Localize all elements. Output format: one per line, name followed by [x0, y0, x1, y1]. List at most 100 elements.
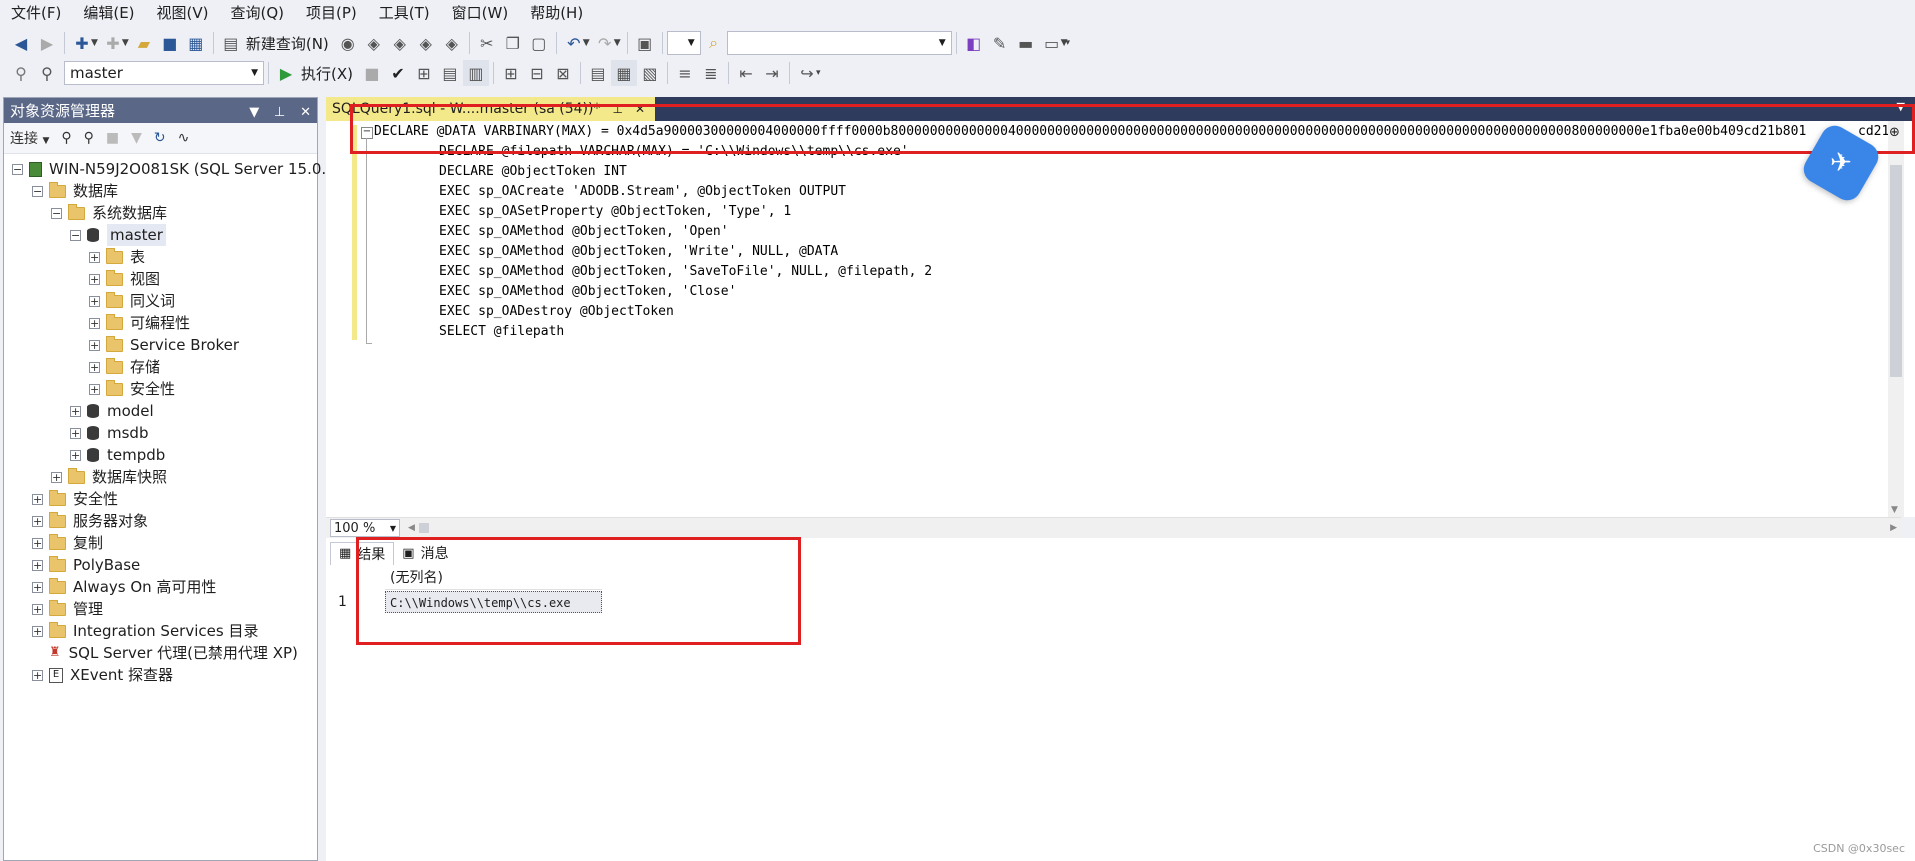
- dmx-icon[interactable]: ◈: [387, 30, 413, 56]
- save-all-icon[interactable]: ▦: [183, 30, 209, 56]
- result-cell[interactable]: C:\\Windows\\temp\\cs.exe: [385, 591, 602, 613]
- parse-icon[interactable]: ✔: [385, 60, 411, 86]
- expand-icon[interactable]: +: [89, 361, 100, 373]
- tree-management-node[interactable]: + 管理: [32, 598, 103, 620]
- tree-snapshots-node[interactable]: + 数据库快照: [51, 466, 167, 488]
- expand-icon[interactable]: +: [89, 295, 100, 307]
- tree-master-storage[interactable]: + 存储: [89, 356, 160, 378]
- menu-help[interactable]: 帮助(H): [519, 0, 594, 26]
- toolbar-overflow-icon[interactable]: ▾: [1066, 38, 1071, 48]
- intellisense-icon[interactable]: ▥: [462, 60, 489, 86]
- tab-sqlquery1[interactable]: SQLQuery1.sql - W....master (sa (54))* ⊥…: [326, 97, 655, 121]
- expand-icon[interactable]: +: [32, 559, 43, 571]
- activity-monitor-icon[interactable]: ▣: [632, 30, 658, 56]
- execute-button[interactable]: 执行(X): [301, 63, 353, 84]
- wrench-icon[interactable]: ✎: [987, 30, 1013, 56]
- refresh-icon[interactable]: ↻: [154, 130, 166, 146]
- back-icon[interactable]: ◀: [8, 30, 34, 56]
- expand-icon[interactable]: +: [32, 625, 43, 637]
- toolbar-overflow-icon[interactable]: ▾: [816, 68, 821, 78]
- visual-studio-icon[interactable]: ◧: [961, 30, 987, 56]
- expand-icon[interactable]: +: [89, 251, 100, 263]
- menu-window[interactable]: 窗口(W): [441, 0, 520, 26]
- menu-tools[interactable]: 工具(T): [368, 0, 441, 26]
- tree-system-databases-node[interactable]: − 系统数据库: [51, 202, 167, 224]
- forward-icon[interactable]: ▶: [34, 30, 60, 56]
- tree-sql-agent-node[interactable]: ♜ SQL Server 代理(已禁用代理 XP): [49, 642, 298, 664]
- expand-icon[interactable]: +: [89, 273, 100, 285]
- close-icon[interactable]: ✕: [635, 102, 645, 116]
- activity-icon[interactable]: ∿: [178, 130, 190, 146]
- tree-master-node[interactable]: − master: [70, 224, 166, 246]
- tab-messages[interactable]: ▣ 消息: [394, 542, 456, 564]
- split-icon[interactable]: ⊕: [1889, 125, 1900, 140]
- menu-project[interactable]: 项目(P): [295, 0, 368, 26]
- window-position-icon[interactable]: ▼: [249, 105, 259, 120]
- tree-master-views[interactable]: + 视图: [89, 268, 160, 290]
- find-icon[interactable]: ⌕: [701, 30, 727, 56]
- tree-master-security[interactable]: + 安全性: [89, 378, 175, 400]
- xmla-icon[interactable]: ◈: [413, 30, 439, 56]
- chevron-down-icon[interactable]: ▼: [614, 38, 621, 48]
- tree-master-programmability[interactable]: + 可编程性: [89, 312, 190, 334]
- query-db-icon[interactable]: ◉: [335, 30, 361, 56]
- connect-icon[interactable]: ⚲: [61, 130, 71, 146]
- expand-icon[interactable]: +: [32, 669, 43, 681]
- tree-model-node[interactable]: + model: [70, 400, 154, 422]
- collapse-icon[interactable]: −: [12, 163, 23, 175]
- database-selector[interactable]: master ▼: [64, 61, 264, 85]
- zoom-dropdown[interactable]: 100 % ▼: [330, 519, 400, 537]
- new-query-icon[interactable]: ▤: [218, 30, 244, 56]
- change-connection-icon[interactable]: ⚲: [34, 60, 60, 86]
- tree-xevent-node[interactable]: + E XEvent 探查器: [32, 664, 173, 686]
- pin-icon[interactable]: ⊥: [612, 102, 622, 116]
- tree-replication-node[interactable]: + 复制: [32, 532, 103, 554]
- new-query-button[interactable]: 新建查询(N): [246, 33, 329, 54]
- tree-master-service-broker[interactable]: + Service Broker: [89, 334, 239, 356]
- tree-server-objects-node[interactable]: + 服务器对象: [32, 510, 148, 532]
- scroll-right-icon[interactable]: ▶: [1890, 523, 1897, 533]
- tab-results[interactable]: ▦ 结果: [330, 541, 395, 565]
- tree-server-node[interactable]: − WIN-N59J2O081SK (SQL Server 15.0.: [12, 158, 326, 180]
- tree-integration-services-node[interactable]: + Integration Services 目录: [32, 620, 258, 642]
- close-icon[interactable]: ✕: [300, 105, 311, 120]
- expand-icon[interactable]: +: [70, 427, 81, 439]
- include-plan-icon[interactable]: ⊞: [498, 60, 524, 86]
- menu-view[interactable]: 视图(V): [146, 0, 220, 26]
- connect-icon[interactable]: ⚲: [8, 60, 34, 86]
- client-stats-icon[interactable]: ⊠: [550, 60, 576, 86]
- stop-icon[interactable]: ■: [106, 130, 119, 146]
- expand-icon[interactable]: +: [32, 515, 43, 527]
- menu-query[interactable]: 查询(Q): [220, 0, 296, 26]
- query-options-icon[interactable]: ▤: [437, 60, 463, 86]
- connect-button[interactable]: 连接 ▼: [10, 128, 49, 148]
- expand-icon[interactable]: +: [32, 603, 43, 615]
- results-to-file-icon[interactable]: ▧: [637, 60, 663, 86]
- dax-icon[interactable]: ◈: [439, 30, 465, 56]
- menu-edit[interactable]: 编辑(E): [72, 0, 145, 26]
- collapse-icon[interactable]: −: [70, 229, 81, 241]
- disconnect-icon[interactable]: ⚲: [84, 130, 94, 146]
- chevron-down-icon[interactable]: ▼: [122, 38, 129, 48]
- collapse-icon[interactable]: −: [32, 185, 43, 197]
- mdx-icon[interactable]: ◈: [361, 30, 387, 56]
- increase-indent-icon[interactable]: ⇥: [759, 60, 785, 86]
- copy-icon[interactable]: ❐: [500, 30, 526, 56]
- save-icon[interactable]: ■: [157, 30, 183, 56]
- tree-polybase-node[interactable]: + PolyBase: [32, 554, 140, 576]
- scroll-down-icon[interactable]: ▼: [1891, 505, 1898, 515]
- scroll-thumb[interactable]: [1890, 165, 1902, 377]
- chevron-down-icon[interactable]: ▼: [91, 38, 98, 48]
- comment-icon[interactable]: ≡: [672, 60, 698, 86]
- expand-icon[interactable]: +: [32, 493, 43, 505]
- paste-icon[interactable]: ▢: [526, 30, 552, 56]
- tab-overflow-icon[interactable]: ▼: [1897, 100, 1905, 113]
- find-input[interactable]: ▼: [726, 31, 952, 55]
- tree-databases-node[interactable]: − 数据库: [32, 180, 118, 202]
- horizontal-scroll-thumb[interactable]: [418, 523, 429, 533]
- execute-icon[interactable]: ▶: [273, 60, 299, 86]
- expand-icon[interactable]: +: [70, 405, 81, 417]
- results-to-grid-icon[interactable]: ▦: [610, 60, 637, 86]
- expand-icon[interactable]: +: [89, 339, 100, 351]
- stop-icon[interactable]: ■: [359, 60, 385, 86]
